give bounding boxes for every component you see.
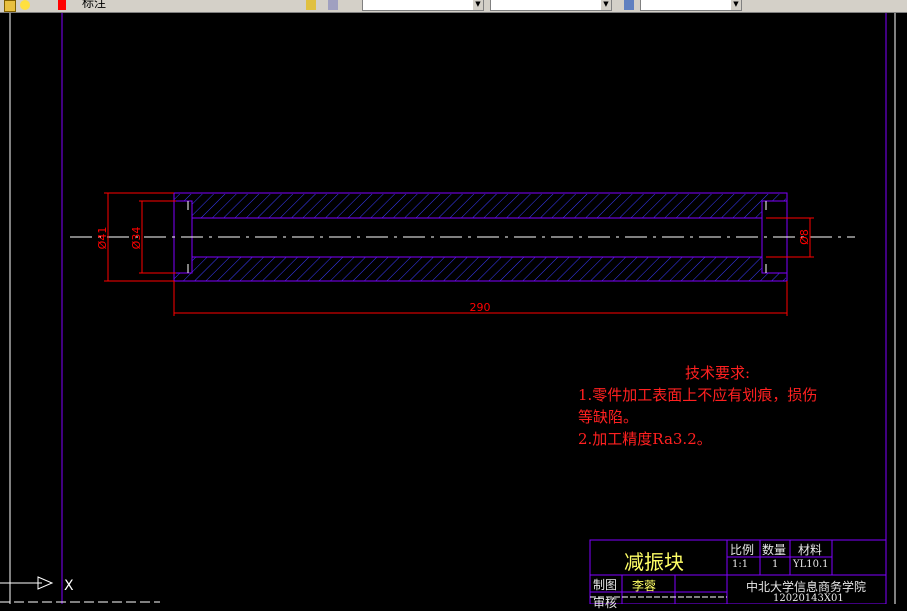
chevron-down-icon[interactable]: ▼ xyxy=(731,0,741,10)
checked-label: 审核 xyxy=(593,596,618,610)
upper-wall-hatch xyxy=(174,194,786,218)
drawn-by: 李蓉 xyxy=(632,579,657,593)
dim-text-length: 290 xyxy=(470,301,491,314)
drawn-label: 制图 xyxy=(593,578,618,592)
qty-value: 1 xyxy=(772,559,779,570)
qty-label: 数量 xyxy=(762,543,787,557)
part-name: 减振块 xyxy=(624,550,684,574)
drawing-canvas[interactable]: Ø41 Ø34 Ø8 290 X xyxy=(0,13,907,604)
ucs-icon: X xyxy=(0,576,160,603)
student-id: 12020143X01 xyxy=(773,593,844,604)
color-combo[interactable]: ▼ xyxy=(362,0,484,11)
material-value: YL10.1 xyxy=(793,559,829,570)
technical-requirements[interactable]: 技术要求: 1.零件加工表面上不应有划痕，损伤 等缺陷。 2.加工精度Ra3.2… xyxy=(578,362,817,450)
title-block[interactable]: 减振块 比例 数量 材料 1:1 1 YL10.1 制图 李蓉 审核 中北大学信… xyxy=(590,540,886,610)
linetype-combo[interactable]: ▼ xyxy=(490,0,612,11)
chevron-down-icon[interactable]: ▼ xyxy=(473,0,483,10)
lower-wall-hatch xyxy=(174,257,786,281)
sun-icon[interactable] xyxy=(20,0,30,10)
tech-req-line: 1.零件加工表面上不应有划痕，损伤 xyxy=(578,386,818,404)
ucs-x-label: X xyxy=(64,578,74,594)
layers-toolbar: 标注 ▼ ▼ ▼ xyxy=(0,0,907,13)
chevron-down-icon[interactable]: ▼ xyxy=(601,0,611,10)
tech-req-title: 技术要求: xyxy=(685,364,751,382)
layer-stack-icon[interactable] xyxy=(306,0,316,10)
dimension-length[interactable]: 290 xyxy=(173,281,788,316)
material-label: 材料 xyxy=(798,543,823,557)
layer-color-icon[interactable] xyxy=(58,0,66,10)
tech-req-line: 等缺陷。 xyxy=(578,408,639,426)
lineweight-combo[interactable]: ▼ xyxy=(640,0,742,11)
scale-value: 1:1 xyxy=(732,559,749,570)
dim-text-d34: Ø34 xyxy=(130,227,143,250)
lineweight-icon[interactable] xyxy=(624,0,634,10)
dim-text-d41: Ø41 xyxy=(96,227,109,250)
folder-icon[interactable] xyxy=(4,0,16,12)
dim-text-d8: Ø8 xyxy=(798,229,811,245)
current-layer-name[interactable]: 标注 xyxy=(82,0,106,11)
tech-req-line: 2.加工精度Ra3.2。 xyxy=(578,430,712,448)
layer-states-icon[interactable] xyxy=(328,0,338,10)
scale-label: 比例 xyxy=(730,543,755,557)
